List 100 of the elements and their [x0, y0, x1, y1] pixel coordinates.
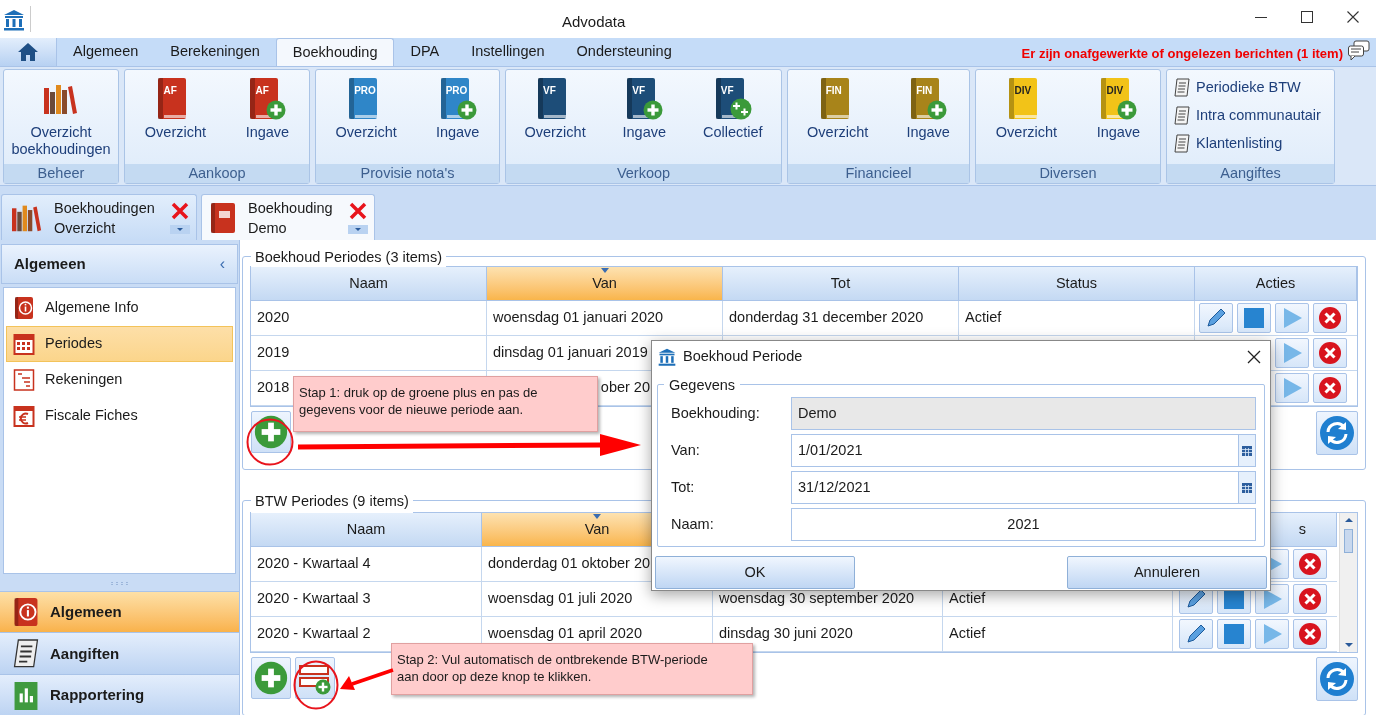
dialog-button[interactable]: Annuleren: [1067, 556, 1267, 589]
table-cell-text: dinsdag 01 januari 2019: [493, 343, 648, 363]
stop-button[interactable]: [1237, 303, 1271, 333]
book-label: PRO: [445, 86, 468, 96]
nav-button[interactable]: Aangiften: [0, 632, 239, 675]
ribbon-button[interactable]: PRO Overzicht: [333, 78, 399, 164]
table-cell-text: dinsdag 30 juni 2020: [719, 624, 853, 644]
table-cell-text: woensdag 01 januari 2020: [493, 308, 664, 328]
calendar-icon: [1242, 482, 1252, 493]
edit-button[interactable]: [1199, 303, 1233, 333]
column-header[interactable]: Status: [959, 267, 1195, 301]
column-header[interactable]: Naam: [251, 267, 487, 301]
play-icon: [1281, 377, 1303, 399]
sidebar-title: Algemeen: [14, 253, 86, 274]
table-cell-text: woensdag 30 september 2020: [719, 589, 915, 609]
date-field[interactable]: 1/01/2021: [791, 434, 1256, 467]
sidebar-item[interactable]: Fiscale Fiches: [6, 397, 233, 434]
home-tab[interactable]: [0, 38, 57, 66]
nav-button[interactable]: Rapportering: [0, 674, 239, 715]
book-label: DIV: [1014, 86, 1032, 96]
nav-button[interactable]: Algemeen: [0, 590, 239, 633]
sidebar-item[interactable]: Rekeningen: [6, 361, 233, 398]
table-cell-text: 2019: [257, 343, 290, 363]
sidebar-item[interactable]: Algemene Info: [6, 289, 233, 326]
close-icon[interactable]: [1246, 349, 1262, 365]
readonly-field: Demo: [791, 397, 1256, 430]
plus-icon: [266, 100, 287, 120]
input-field[interactable]: 2021: [791, 508, 1256, 541]
dialog-title: Boekhoud Periode: [683, 347, 803, 367]
stop-button[interactable]: [1217, 619, 1251, 649]
dropdown-icon[interactable]: [170, 225, 190, 234]
document-tab[interactable]: Boekhoudingen Overzicht: [1, 194, 197, 240]
ribbon-button[interactable]: Overzicht boekhoudingen: [4, 78, 118, 164]
chat-icon[interactable]: [1347, 40, 1371, 62]
date-field[interactable]: 31/12/2021: [791, 471, 1256, 504]
ribbon-link[interactable]: Intra communautair: [1173, 105, 1334, 127]
document-icon: [1173, 106, 1191, 126]
ribbon-button[interactable]: FIN Ingave: [904, 78, 952, 164]
chart-icon: [12, 679, 40, 712]
ribbon-tab[interactable]: Berekeningen: [154, 38, 276, 66]
table-cell-text: 2020 - Kwartaal 4: [257, 554, 371, 574]
ribbon-button[interactable]: VF Collectief: [700, 78, 765, 164]
scroll-thumb[interactable]: [1344, 529, 1353, 553]
group-label: Diversen: [976, 164, 1160, 183]
column-header[interactable]: Tot: [723, 267, 959, 301]
collapse-button[interactable]: ‹: [219, 251, 225, 276]
ribbon-tab[interactable]: Algemeen: [57, 38, 155, 66]
euro-calendar-icon: [13, 403, 35, 428]
message-text: Er zijn onafgewerkte of ongelezen berichten (1 item): [1021, 45, 1343, 63]
dialog-button[interactable]: OK: [655, 556, 855, 589]
ribbon-button[interactable]: VF Overzicht: [522, 78, 588, 164]
ribbon-tab[interactable]: DPA: [394, 38, 456, 66]
ribbon-button[interactable]: AF Ingave: [243, 78, 292, 164]
add-button[interactable]: [251, 411, 291, 453]
ribbon-tab[interactable]: Ondersteuning: [560, 38, 688, 66]
table-cell-text: 2020 - Kwartaal 3: [257, 589, 371, 609]
delete-button[interactable]: [1293, 619, 1327, 649]
splitter-grip-icon[interactable]: [109, 579, 130, 588]
ribbon-button[interactable]: FIN Overzicht: [805, 78, 871, 164]
delete-button[interactable]: [1313, 303, 1347, 333]
window-title: Advodata: [562, 12, 626, 32]
delete-button[interactable]: [1293, 584, 1327, 614]
document-tab[interactable]: Boekhouding Demo: [201, 194, 375, 240]
ribbon-button[interactable]: AF Overzicht: [142, 78, 209, 164]
ribbon-button[interactable]: PRO Ingave: [433, 78, 482, 164]
group-label: Verkoop: [506, 164, 781, 183]
sidebar-item[interactable]: Periodes: [6, 325, 233, 362]
column-header[interactable]: Naam: [251, 513, 482, 547]
refresh-button[interactable]: [1316, 411, 1358, 455]
ribbon-button[interactable]: VF Ingave: [620, 78, 669, 164]
ribbon-tab[interactable]: Instellingen: [455, 38, 561, 66]
auto-fill-button[interactable]: [295, 657, 335, 699]
plus-icon: [643, 100, 664, 120]
ribbon-button[interactable]: DIV Overzicht: [993, 78, 1060, 164]
home-icon: [17, 42, 39, 62]
document-icon: [1173, 78, 1191, 98]
field-label: Naam:: [670, 514, 715, 534]
table-cell-text: woensdag 01 juli 2020: [488, 589, 633, 609]
pencil-icon: [1205, 307, 1227, 329]
column-header[interactable]: Acties: [1195, 267, 1357, 301]
delete-button[interactable]: [1313, 373, 1347, 403]
ribbon-tab[interactable]: Boekhouding: [275, 38, 395, 66]
scrollbar[interactable]: [1339, 513, 1357, 652]
table-cell-text: Actief: [949, 624, 986, 644]
column-header[interactable]: Van: [487, 267, 723, 301]
edit-button[interactable]: [1179, 619, 1213, 649]
group-label: Aankoop: [125, 164, 309, 183]
delete-button[interactable]: [1293, 549, 1327, 579]
books-icon: [43, 82, 79, 116]
refresh-button[interactable]: [1316, 657, 1358, 701]
ribbon-link[interactable]: Periodieke BTW: [1173, 77, 1334, 99]
ribbon-button[interactable]: DIV Ingave: [1094, 78, 1143, 164]
group-label: Financieel: [788, 164, 969, 183]
play-icon: [1281, 342, 1303, 364]
dropdown-icon[interactable]: [348, 225, 368, 234]
table-cell-text: woensdag 01 april 2020: [488, 624, 642, 644]
delete-button[interactable]: [1313, 338, 1347, 368]
table-cell-text: donderdag 01 oktober 20: [488, 554, 651, 574]
ribbon-link[interactable]: Klantenlisting: [1173, 133, 1334, 155]
add-button[interactable]: [251, 657, 291, 699]
